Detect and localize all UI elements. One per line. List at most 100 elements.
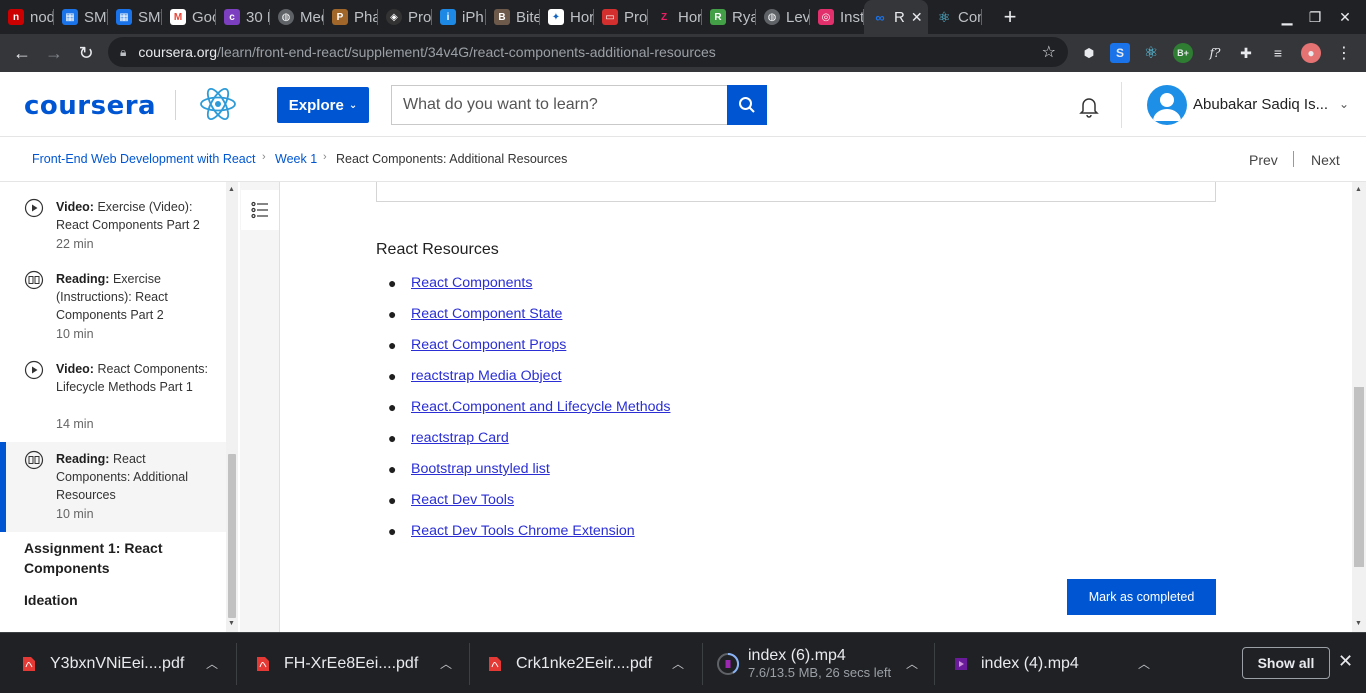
- resource-link[interactable]: React Component Props: [411, 337, 566, 353]
- back-arrow-icon[interactable]: ←: [6, 37, 38, 69]
- bullet-icon: ●: [388, 337, 397, 353]
- extension-bplus-icon[interactable]: B+: [1173, 43, 1193, 63]
- resource-link[interactable]: Bootstrap unstyled list: [411, 461, 550, 477]
- browser-tab[interactable]: ⚛ Con: [928, 0, 982, 34]
- close-icon[interactable]: ✕: [1338, 651, 1353, 672]
- user-name[interactable]: Abubakar Sadiq Is...: [1193, 96, 1328, 113]
- main-scroll-thumb[interactable]: [1354, 387, 1364, 567]
- media-queue-icon[interactable]: ≡: [1268, 43, 1288, 63]
- main-scrollbar[interactable]: ▲ ▼: [1352, 182, 1366, 632]
- search-input[interactable]: [391, 85, 727, 125]
- bell-icon[interactable]: [1077, 94, 1101, 118]
- download-item[interactable]: Crk1nke2Eeir....pdf ︿: [488, 633, 698, 694]
- pdf-file-icon: [23, 656, 35, 671]
- sidebar-scroll-thumb[interactable]: [228, 454, 236, 618]
- chevron-down-icon: ⌄: [348, 99, 358, 111]
- mark-completed-button[interactable]: Mark as completed: [1067, 579, 1216, 615]
- resource-link[interactable]: React Components: [411, 275, 532, 291]
- chevron-right-icon: ›: [323, 151, 327, 163]
- globe-icon: ◍: [764, 9, 780, 25]
- video-file-icon: [955, 657, 967, 670]
- search-button[interactable]: [727, 85, 767, 125]
- next-link[interactable]: Next: [1311, 152, 1340, 168]
- browser-tab[interactable]: P Pha: [324, 0, 378, 34]
- menu-dots-icon[interactable]: ⋮: [1334, 43, 1354, 63]
- browser-tab[interactable]: ◈ Pro: [378, 0, 432, 34]
- download-status: 7.6/13.5 MB, 26 secs left: [748, 665, 892, 680]
- book-icon: [24, 450, 44, 470]
- browser-tab[interactable]: ◍ Lev: [756, 0, 810, 34]
- scroll-up-icon[interactable]: ▲: [1355, 186, 1362, 193]
- browser-tab[interactable]: ◎ Inst: [810, 0, 864, 34]
- browser-tab[interactable]: n nod: [0, 0, 54, 34]
- breadcrumb-course[interactable]: Front-End Web Development with React: [32, 152, 255, 166]
- sidebar-item[interactable]: Reading: Exercise (Instructions): React …: [0, 266, 226, 356]
- resource-link[interactable]: React Dev Tools: [411, 492, 514, 508]
- browser-tab[interactable]: c30 E: [216, 0, 270, 34]
- window-close-icon[interactable]: ✕: [1327, 0, 1363, 34]
- download-progress-ring-icon: [717, 652, 740, 675]
- download-item-in-progress[interactable]: index (6).mp4 7.6/13.5 MB, 26 secs left …: [716, 633, 926, 694]
- sidebar-section-assignment[interactable]: Assignment 1: React Components: [24, 538, 214, 578]
- browser-tab[interactable]: MGoo: [162, 0, 216, 34]
- sidebar-section-ideation[interactable]: Ideation: [24, 590, 214, 610]
- bookmark-star-icon[interactable]: ☆: [1042, 42, 1056, 62]
- chevron-down-icon[interactable]: ⌄: [1339, 97, 1349, 111]
- resource-link[interactable]: React Dev Tools Chrome Extension: [411, 523, 635, 539]
- globe-icon: ◍: [278, 9, 294, 25]
- list-item: ● React Component State: [376, 306, 670, 337]
- download-item[interactable]: FH-XrEe8Eei....pdf ︿: [256, 633, 466, 694]
- lock-icon: 🔒︎: [120, 44, 127, 59]
- prev-link[interactable]: Prev: [1249, 152, 1278, 168]
- browser-tab[interactable]: ◍Med: [270, 0, 324, 34]
- extension-s-icon[interactable]: S: [1110, 43, 1130, 63]
- coursera-logo[interactable]: coursera: [24, 91, 156, 121]
- logo-divider: [175, 90, 176, 120]
- close-icon[interactable]: ✕: [911, 9, 923, 26]
- browser-tab[interactable]: R Rya: [702, 0, 756, 34]
- download-item[interactable]: index (4).mp4 ︿: [954, 633, 1164, 694]
- forward-arrow-icon[interactable]: →: [38, 37, 70, 69]
- resource-link[interactable]: reactstrap Media Object: [411, 368, 562, 384]
- browser-tab[interactable]: ▭ Pro: [594, 0, 648, 34]
- react-devtools-icon[interactable]: ⚛: [1141, 43, 1161, 63]
- scroll-down-icon[interactable]: ▼: [1355, 620, 1362, 627]
- browser-tab[interactable]: B Bite: [486, 0, 540, 34]
- sidebar-item[interactable]: Video: React Components: Lifecycle Metho…: [0, 356, 226, 442]
- breadcrumb-week[interactable]: Week 1: [275, 152, 317, 166]
- toc-button[interactable]: [241, 190, 279, 230]
- resource-link[interactable]: React Component State: [411, 306, 562, 322]
- browser-tab[interactable]: ✦ Hor: [540, 0, 594, 34]
- avatar[interactable]: [1147, 85, 1187, 125]
- address-bar[interactable]: 🔒︎ coursera.org/learn/front-end-react/su…: [108, 37, 1068, 67]
- sidebar-scrollbar[interactable]: ▲ ▼: [226, 182, 238, 632]
- extension-cube-icon[interactable]: ⬢: [1079, 43, 1099, 63]
- resource-link[interactable]: reactstrap Card: [411, 430, 509, 446]
- puzzle-icon[interactable]: ✚: [1236, 43, 1256, 63]
- divider: [702, 643, 703, 685]
- show-all-button[interactable]: Show all: [1242, 647, 1330, 679]
- resource-link[interactable]: React.Component and Lifecycle Methods: [411, 399, 670, 415]
- explore-button[interactable]: Explore ⌄: [277, 87, 369, 123]
- browser-tab-active[interactable]: ∞ R ✕: [864, 0, 928, 34]
- download-shelf: Y3bxnVNiEei....pdf ︿ FH-XrEe8Eei....pdf …: [0, 632, 1366, 693]
- chevron-up-icon[interactable]: ︿: [206, 655, 218, 672]
- chevron-up-icon[interactable]: ︿: [440, 655, 452, 672]
- scroll-up-icon[interactable]: ▲: [228, 186, 235, 193]
- chevron-up-icon[interactable]: ︿: [906, 655, 918, 672]
- sidebar-item[interactable]: Video: Exercise (Video): React Component…: [0, 182, 226, 266]
- tab-favicon-icon: n: [8, 9, 24, 25]
- browser-tab[interactable]: ▦SMT: [54, 0, 108, 34]
- chevron-up-icon[interactable]: ︿: [672, 655, 684, 672]
- chevron-up-icon[interactable]: ︿: [1138, 655, 1150, 672]
- download-item[interactable]: Y3bxnVNiEei....pdf ︿: [22, 633, 232, 694]
- profile-avatar-icon[interactable]: ●: [1301, 43, 1321, 63]
- browser-tab[interactable]: i iPh: [432, 0, 486, 34]
- new-tab-button[interactable]: +: [996, 4, 1024, 30]
- browser-tab[interactable]: ▦SMT: [108, 0, 162, 34]
- reload-icon[interactable]: ↻: [70, 37, 102, 69]
- extension-formula-icon[interactable]: f?: [1205, 43, 1225, 63]
- scroll-down-icon[interactable]: ▼: [228, 620, 235, 627]
- browser-tab[interactable]: Z Hor: [648, 0, 702, 34]
- sidebar-item-active[interactable]: Reading: React Components: Additional Re…: [0, 442, 226, 532]
